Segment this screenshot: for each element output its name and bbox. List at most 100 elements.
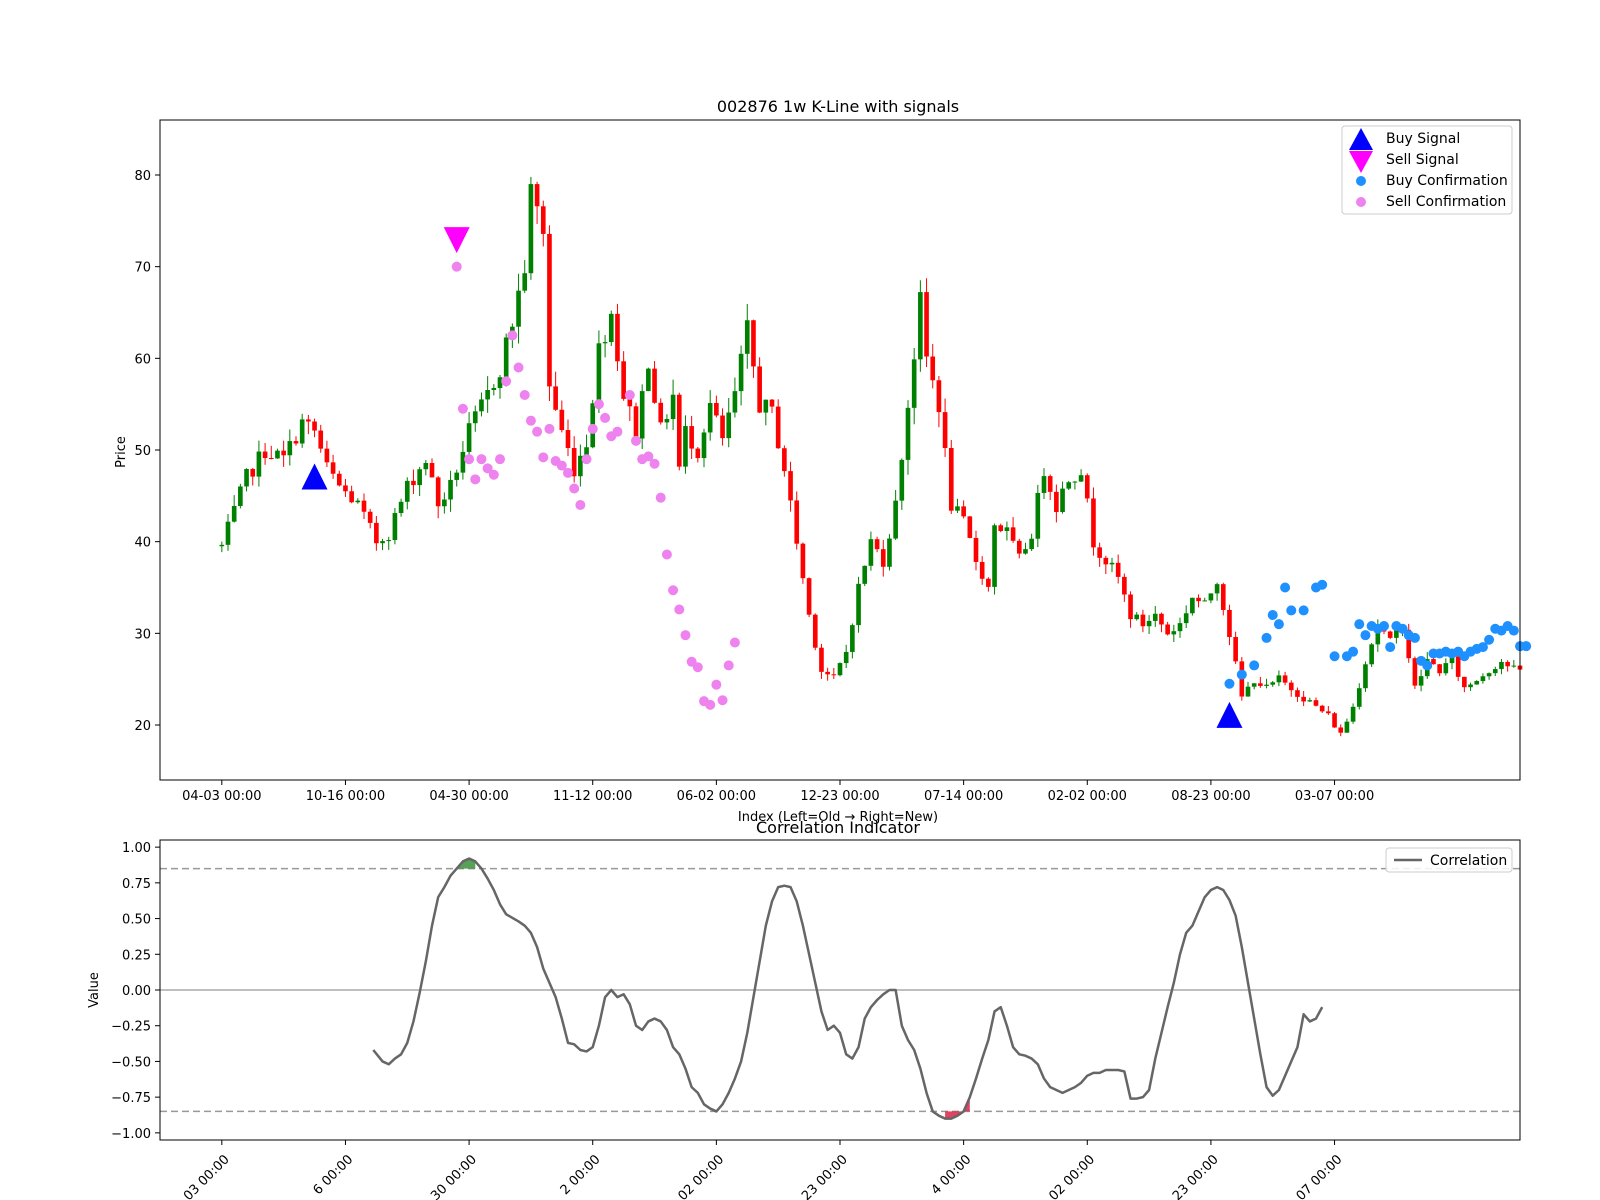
candle-up [837, 663, 843, 676]
kline-y-tick-label: 50 [134, 444, 151, 459]
candle-down [1047, 476, 1053, 492]
candle-up [1171, 631, 1177, 635]
kline-title: 002876 1w K-Line with signals [717, 97, 959, 116]
candle-down [1016, 540, 1022, 554]
candle-up [1486, 673, 1492, 677]
candle-down [794, 500, 800, 544]
buy-confirmation-point [1521, 641, 1532, 652]
sell-confirmation-point [532, 426, 543, 437]
candle-down [1084, 475, 1090, 499]
candle-up [1270, 682, 1276, 685]
candle-down [1128, 594, 1133, 620]
candle-up [955, 506, 960, 511]
candle-down [720, 415, 725, 439]
candle-down [1196, 597, 1201, 602]
candle-down [1054, 491, 1059, 513]
candle-down [800, 543, 806, 579]
buy-confirmation-legend-icon [1356, 176, 1366, 186]
candle-up [1202, 600, 1208, 602]
candle-down [540, 206, 546, 234]
candle-up [1146, 620, 1152, 627]
candle-down [1319, 705, 1325, 712]
sell-confirmation-point [470, 474, 481, 485]
candle-up [1480, 676, 1486, 682]
sell-confirmation-point [655, 492, 666, 503]
candle-up [856, 583, 861, 626]
candle-up [491, 387, 497, 390]
candle-up [1511, 665, 1517, 667]
candle-up [596, 343, 602, 404]
candle-up [1023, 549, 1028, 554]
candle-up [670, 394, 676, 420]
buy-confirmation-point [1236, 669, 1247, 680]
buy-confirmation-point [1329, 651, 1340, 662]
candle-down [1313, 700, 1319, 706]
candle-down [695, 448, 701, 459]
correlation-y-tick-label: 0.75 [122, 877, 151, 892]
sell-confirmation-point [717, 695, 728, 706]
candle-up [404, 480, 410, 502]
candle-up [639, 391, 645, 439]
candle-up [1394, 630, 1399, 638]
legend-correlation: Correlation [1430, 853, 1507, 869]
kline-x-tick-label: 06-02 00:00 [677, 789, 756, 804]
candle-down [1338, 727, 1344, 733]
candle-up [646, 368, 651, 392]
correlation-legend: Correlation [1385, 847, 1513, 873]
kline-x-tick-label: 03-07 00:00 [1295, 789, 1374, 804]
sell-confirmation-point [674, 604, 685, 615]
kline-x-tick-label: 04-30 00:00 [429, 789, 508, 804]
candle-down [1103, 557, 1109, 565]
candle-up [1418, 676, 1424, 686]
candle-up [918, 292, 923, 360]
correlation-y-tick-label: 1.00 [122, 841, 151, 856]
candle-down [1220, 584, 1226, 610]
kline-legend: Buy Signal Sell Signal Buy Confirmation … [1341, 125, 1513, 215]
candle-up [287, 441, 293, 456]
buy-confirmation-point [1267, 610, 1278, 620]
candle-up [231, 506, 237, 522]
candle-down [281, 450, 286, 456]
legend-buy-confirmation: Buy Confirmation [1386, 173, 1508, 189]
candle-down [812, 614, 818, 648]
candle-down [336, 473, 342, 486]
candle-up [738, 353, 744, 392]
candle-up [843, 651, 849, 664]
figure: 002876 1w K-Line with signals 20 30 40 50 60… [0, 0, 1600, 1200]
sell-confirmation-point [476, 454, 487, 465]
candle-up [992, 525, 997, 587]
candle-down [751, 320, 756, 367]
candle-down [967, 516, 973, 538]
buy-confirmation-point [1422, 660, 1433, 671]
candle-down [788, 471, 793, 501]
candle-down [973, 537, 979, 562]
sell-confirmation-point [581, 454, 592, 465]
candle-up [707, 403, 713, 433]
candle-down [633, 406, 639, 439]
buy-confirmation-point [1249, 660, 1260, 671]
buy-confirmation-point [1317, 579, 1328, 590]
sell-confirmation-point [631, 435, 641, 446]
buy-confirmation-point [1273, 619, 1284, 630]
candle-up [1492, 669, 1498, 674]
legend-sell-signal: Sell Signal [1386, 152, 1459, 168]
candle-down [936, 380, 942, 413]
candle-up [664, 419, 670, 423]
candle-up [732, 391, 738, 413]
candle-up [726, 412, 732, 439]
candle-down [547, 233, 552, 387]
candle-down [775, 406, 781, 449]
candle-up [528, 184, 534, 274]
candle-up [862, 565, 868, 584]
correlation-y-tick-label: −0.50 [111, 1055, 151, 1070]
candle-down [874, 539, 880, 550]
candle-up [868, 539, 874, 566]
candle-up [1134, 614, 1140, 620]
candle-down [367, 511, 373, 523]
candle-down [1159, 613, 1164, 625]
candle-down [268, 457, 274, 459]
sell-confirmation-point [507, 330, 518, 341]
candle-down [1462, 676, 1467, 688]
candle-down [1288, 682, 1294, 691]
candle-up [1264, 684, 1269, 686]
